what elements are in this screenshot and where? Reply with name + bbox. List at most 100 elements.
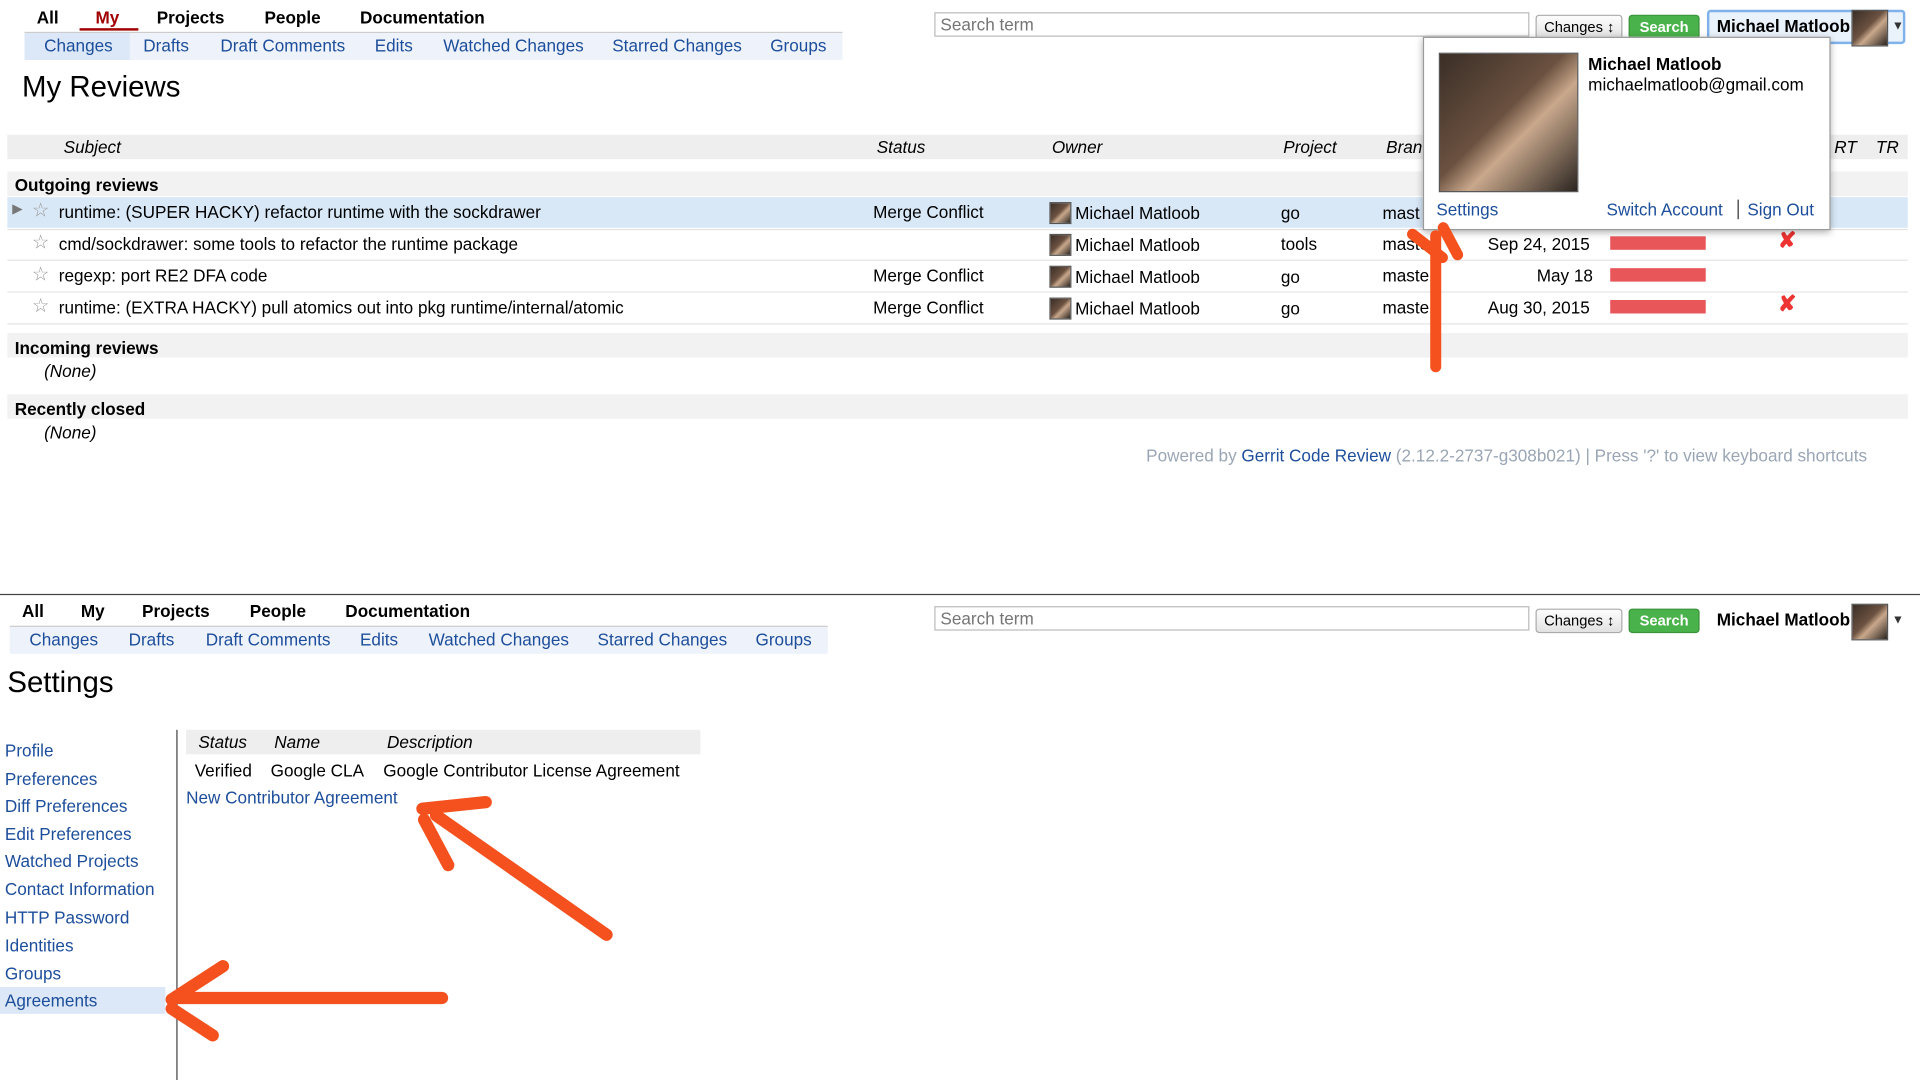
row-owner[interactable]: Michael Matloob bbox=[1075, 203, 1200, 223]
subnav-draft-comments[interactable]: Draft Comments bbox=[220, 36, 345, 56]
subnav-edits[interactable]: Edits bbox=[375, 36, 413, 56]
sign-out-link[interactable]: Sign Out bbox=[1747, 200, 1814, 220]
settings-nav-http-password[interactable]: HTTP Password bbox=[5, 907, 129, 927]
star-icon[interactable]: ☆ bbox=[32, 294, 50, 318]
incoming-section-bg bbox=[7, 333, 1908, 358]
subnav-draft-comments[interactable]: Draft Comments bbox=[206, 629, 331, 649]
settings-nav-identities[interactable]: Identities bbox=[5, 936, 74, 956]
nav-all[interactable]: All bbox=[22, 601, 44, 621]
avatar[interactable] bbox=[1851, 603, 1889, 641]
row-project[interactable]: tools bbox=[1281, 234, 1317, 254]
username[interactable]: Michael Matloob bbox=[1717, 610, 1850, 630]
subnav-watched-changes[interactable]: Watched Changes bbox=[429, 629, 569, 649]
owner-avatar bbox=[1049, 297, 1072, 320]
rejected-icon: ✘ bbox=[1777, 291, 1797, 316]
col-status: Status bbox=[876, 137, 926, 157]
row-project[interactable]: go bbox=[1281, 299, 1300, 319]
nav-people[interactable]: People bbox=[250, 601, 306, 621]
chevron-down-icon[interactable]: ▼ bbox=[1892, 613, 1904, 626]
row-project[interactable]: go bbox=[1281, 203, 1300, 223]
nav-people[interactable]: People bbox=[264, 7, 320, 27]
footer-prefix: Powered by bbox=[1146, 445, 1242, 466]
new-contributor-agreement-link[interactable]: New Contributor Agreement bbox=[186, 787, 398, 807]
row-branch[interactable]: maste bbox=[1382, 298, 1429, 318]
star-icon[interactable]: ☆ bbox=[32, 198, 50, 222]
settings-nav-watched-projects[interactable]: Watched Projects bbox=[5, 851, 139, 871]
settings-nav-contact-information[interactable]: Contact Information bbox=[5, 879, 155, 899]
row-status: Merge Conflict bbox=[873, 297, 984, 318]
row-owner[interactable]: Michael Matloob bbox=[1075, 299, 1200, 319]
row-owner[interactable]: Michael Matloob bbox=[1075, 235, 1200, 255]
page-title: My Reviews bbox=[22, 71, 181, 105]
col-tr: TR bbox=[1875, 137, 1899, 157]
username[interactable]: Michael Matloob bbox=[1717, 16, 1850, 36]
subnav-changes[interactable]: Changes bbox=[44, 36, 113, 56]
subnav-watched-changes[interactable]: Watched Changes bbox=[443, 36, 583, 56]
size-bar bbox=[1610, 268, 1706, 282]
search-input[interactable] bbox=[934, 12, 1530, 37]
nav-documentation[interactable]: Documentation bbox=[345, 601, 470, 621]
nav-all[interactable]: All bbox=[37, 7, 59, 27]
search-button[interactable]: Search bbox=[1628, 608, 1700, 634]
popup-link-separator bbox=[1737, 199, 1739, 220]
nav-documentation[interactable]: Documentation bbox=[360, 7, 485, 27]
incoming-empty: (None) bbox=[44, 361, 97, 381]
search-scope-select[interactable]: Changes ↕ bbox=[1535, 608, 1623, 634]
settings-nav-divider bbox=[176, 729, 178, 1080]
row-divider bbox=[7, 291, 1908, 293]
star-icon[interactable]: ☆ bbox=[32, 230, 50, 254]
row-subject[interactable]: runtime: (SUPER HACKY) refactor runtime … bbox=[59, 202, 541, 222]
settings-nav-agreements[interactable]: Agreements bbox=[5, 991, 97, 1011]
closed-empty: (None) bbox=[44, 422, 97, 443]
row-project[interactable]: go bbox=[1281, 267, 1300, 287]
row-owner[interactable]: Michael Matloob bbox=[1075, 267, 1200, 287]
section-closed: Recently closed bbox=[14, 399, 146, 419]
chevron-down-icon[interactable]: ▼ bbox=[1892, 20, 1904, 33]
popup-settings-link[interactable]: Settings bbox=[1436, 200, 1498, 220]
row-updated: Sep 24, 2015 bbox=[1487, 233, 1590, 254]
user-popup: Michael Matloob michaelmatloob@gmail.com… bbox=[1422, 36, 1831, 231]
settings-nav-profile[interactable]: Profile bbox=[5, 741, 54, 761]
settings-nav-groups[interactable]: Groups bbox=[5, 964, 61, 984]
footer: Powered by Gerrit Code Review (2.12.2-27… bbox=[1146, 446, 1867, 466]
popup-email: michaelmatloob@gmail.com bbox=[1588, 74, 1804, 95]
row-subject[interactable]: runtime: (EXTRA HACKY) pull atomics out … bbox=[59, 298, 624, 318]
row-subject[interactable]: regexp: port RE2 DFA code bbox=[59, 266, 268, 286]
row-divider bbox=[7, 259, 1908, 261]
search-scope-select[interactable]: Changes ↕ bbox=[1535, 14, 1623, 40]
switch-account-link[interactable]: Switch Account bbox=[1607, 200, 1723, 220]
closed-section-bg bbox=[7, 394, 1908, 419]
search-input[interactable] bbox=[934, 606, 1530, 631]
subnav-changes[interactable]: Changes bbox=[29, 629, 98, 649]
row-status: Merge Conflict bbox=[873, 265, 984, 286]
nav-my[interactable]: My bbox=[81, 601, 105, 621]
active-tab-underline bbox=[79, 28, 139, 31]
star-icon[interactable]: ☆ bbox=[32, 262, 50, 286]
row-subject[interactable]: cmd/sockdrawer: some tools to refactor t… bbox=[59, 234, 518, 254]
size-bar bbox=[1610, 236, 1706, 250]
row-updated: Aug 30, 2015 bbox=[1487, 297, 1590, 318]
popup-avatar bbox=[1438, 52, 1579, 193]
col-owner: Owner bbox=[1051, 137, 1103, 157]
row-branch[interactable]: maste bbox=[1382, 266, 1429, 286]
nav-projects[interactable]: Projects bbox=[142, 601, 210, 621]
subnav-groups[interactable]: Groups bbox=[756, 629, 812, 649]
settings-nav-edit-preferences[interactable]: Edit Preferences bbox=[5, 824, 132, 844]
subnav-edits[interactable]: Edits bbox=[360, 629, 398, 649]
row-branch[interactable]: mast bbox=[1382, 203, 1419, 223]
nav-projects[interactable]: Projects bbox=[157, 7, 225, 27]
col-rt: RT bbox=[1834, 137, 1857, 157]
subnav-starred-changes[interactable]: Starred Changes bbox=[598, 629, 728, 649]
search-button[interactable]: Search bbox=[1628, 14, 1700, 40]
subnav-groups[interactable]: Groups bbox=[770, 36, 826, 56]
footer-gerrit-link[interactable]: Gerrit Code Review bbox=[1241, 446, 1391, 466]
agr-status: Verified bbox=[194, 760, 252, 781]
settings-nav-diff-preferences[interactable]: Diff Preferences bbox=[5, 796, 128, 816]
subnav-drafts[interactable]: Drafts bbox=[143, 36, 189, 56]
subnav-drafts[interactable]: Drafts bbox=[129, 629, 175, 649]
nav-my[interactable]: My bbox=[96, 7, 120, 27]
subnav-starred-changes[interactable]: Starred Changes bbox=[612, 36, 742, 56]
avatar[interactable] bbox=[1851, 9, 1889, 47]
settings-nav-preferences[interactable]: Preferences bbox=[5, 769, 97, 789]
footer-suffix: (2.12.2-2737-g308b021) | Press '?' to vi… bbox=[1391, 445, 1868, 466]
